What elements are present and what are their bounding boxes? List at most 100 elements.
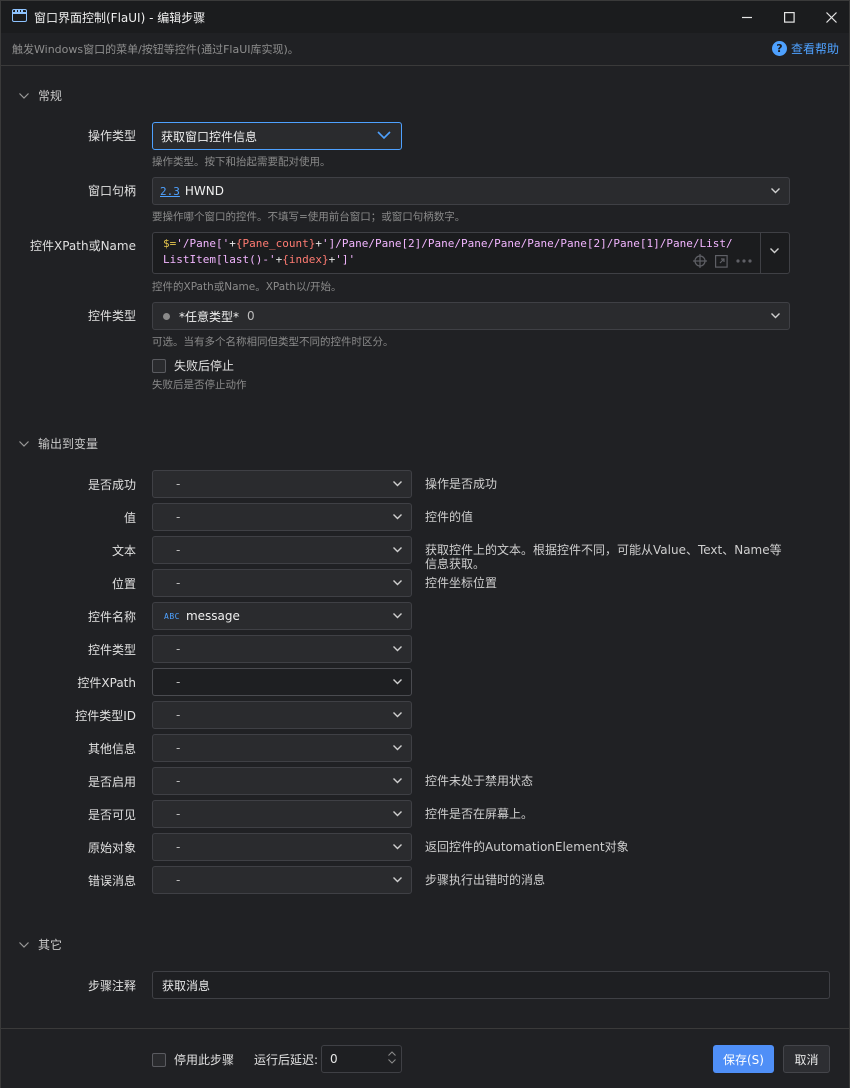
output-variable-value: - xyxy=(176,708,181,722)
output-variable-value: - xyxy=(176,510,181,524)
chevron-down-icon xyxy=(393,646,402,652)
output-variable-select[interactable]: - xyxy=(152,668,412,696)
chevron-down-icon xyxy=(393,613,402,619)
control-type-dot-icon xyxy=(163,312,170,320)
output-label: 控件名称 xyxy=(87,610,136,624)
code-var-pane-count: {Pane_count} xyxy=(235,237,316,250)
operation-type-value: 获取窗口控件信息 xyxy=(161,129,258,144)
output-variable-select[interactable]: - xyxy=(152,470,412,498)
control-type-hint: 可选。当有多个名称相同但类型不同的控件时区分。 xyxy=(152,336,394,348)
chevron-down-icon xyxy=(770,248,779,254)
output-variable-select[interactable]: - xyxy=(152,833,412,861)
section-general-title: 常规 xyxy=(38,89,63,103)
section-other-header[interactable]: 其它 xyxy=(19,936,62,953)
save-button[interactable]: 保存(S) xyxy=(713,1045,774,1073)
maximize-icon xyxy=(783,11,795,23)
output-variable-value: - xyxy=(176,675,181,689)
output-variable-select[interactable]: - xyxy=(152,734,412,762)
maximize-button[interactable] xyxy=(767,1,811,33)
output-variable-select[interactable]: ABC message xyxy=(152,602,412,630)
chevron-down-icon xyxy=(771,313,780,319)
output-variable-select[interactable]: - xyxy=(152,701,412,729)
checkbox-box[interactable] xyxy=(152,358,166,373)
output-description: 获取控件上的文本。根据控件不同，可能从Value、Text、Name等信息获取。 xyxy=(425,543,782,571)
output-variable-select[interactable]: - xyxy=(152,569,412,597)
window-app-icon xyxy=(12,9,27,22)
output-variable-select[interactable]: - xyxy=(152,503,412,531)
crosshair-icon[interactable] xyxy=(693,254,707,268)
xpath-tools xyxy=(693,254,752,268)
output-description: 控件坐标位置 xyxy=(425,576,498,590)
output-description: 返回控件的AutomationElement对象 xyxy=(425,840,629,854)
more-icon[interactable] xyxy=(736,259,752,263)
help-link[interactable]: ? 查看帮助 xyxy=(771,40,839,57)
close-icon xyxy=(825,11,837,23)
output-label: 控件XPath xyxy=(77,676,136,690)
checkbox-box[interactable] xyxy=(152,1052,166,1067)
output-description: 操作是否成功 xyxy=(425,477,498,491)
output-label: 值 xyxy=(123,511,136,525)
output-variable-select[interactable]: - xyxy=(152,767,412,795)
minimize-button[interactable] xyxy=(725,1,769,33)
xpath-code[interactable]: $='/Pane['+{Pane_count}+']/Pane/Pane[2]/… xyxy=(163,236,738,268)
chevron-down-icon xyxy=(393,745,402,751)
output-description: 控件的值 xyxy=(425,510,474,524)
output-label: 其他信息 xyxy=(87,742,136,756)
section-output-header[interactable]: 输出到变量 xyxy=(19,435,98,452)
code-prefix: $= xyxy=(163,237,177,250)
output-variable-value: - xyxy=(176,774,181,788)
output-variable-select[interactable]: - xyxy=(152,536,412,564)
output-variable-value: - xyxy=(176,840,181,854)
chevron-up-icon xyxy=(388,1051,396,1056)
close-button[interactable] xyxy=(809,1,850,33)
delay-stepper[interactable] xyxy=(388,1051,396,1064)
output-variable-select[interactable]: - xyxy=(152,866,412,894)
chevron-down-icon xyxy=(393,844,402,850)
chevron-down-icon xyxy=(393,547,402,553)
output-label: 是否成功 xyxy=(87,478,136,492)
output-label: 控件类型 xyxy=(87,643,136,657)
code-separator xyxy=(760,233,761,273)
stop-on-fail-checkbox[interactable]: 失败后停止 xyxy=(152,357,234,374)
open-external-icon[interactable] xyxy=(715,254,728,268)
chevron-down-icon xyxy=(19,440,29,447)
window-handle-select[interactable]: 2.3 HWND xyxy=(152,177,790,205)
output-description: 控件未处于禁用状态 xyxy=(425,774,534,788)
output-variable-select[interactable]: - xyxy=(152,800,412,828)
number-type-icon: 2.3 xyxy=(160,184,180,198)
code-string-1: '/Pane[' xyxy=(176,237,230,250)
operation-type-hint: 操作类型。按下和抬起需要配对使用。 xyxy=(152,156,331,168)
disable-step-checkbox[interactable]: 停用此步骤 xyxy=(152,1051,234,1068)
step-note-label: 步骤注释 xyxy=(87,979,136,993)
output-label: 原始对象 xyxy=(87,841,136,855)
code-string-3: ']' xyxy=(335,253,356,266)
operation-type-label: 操作类型 xyxy=(87,129,136,143)
dialog-window: 窗口界面控制(FlaUI) - 编辑步骤 触发Windows窗口的菜单/按钮等控… xyxy=(0,0,850,1088)
delay-input[interactable]: 0 xyxy=(321,1045,402,1073)
disable-step-label: 停用此步骤 xyxy=(174,1053,235,1067)
description-bar: 触发Windows窗口的菜单/按钮等控件(通过FlaUI库实现)。 ? 查看帮助 xyxy=(1,33,849,66)
output-variable-value: - xyxy=(176,576,181,590)
output-variable-value: - xyxy=(176,642,181,656)
output-label: 是否启用 xyxy=(87,775,136,789)
minimize-icon xyxy=(741,16,752,18)
chevron-down-icon xyxy=(393,778,402,784)
window-handle-value: HWND xyxy=(184,184,224,198)
output-variable-select[interactable]: - xyxy=(152,635,412,663)
chevron-down-icon xyxy=(377,131,391,140)
window-handle-label: 窗口句柄 xyxy=(87,184,136,198)
chevron-down-icon xyxy=(393,877,402,883)
cancel-button[interactable]: 取消 xyxy=(783,1045,830,1073)
xpath-label: 控件XPath或Name xyxy=(30,239,136,253)
step-note-value: 获取消息 xyxy=(162,978,211,993)
step-note-input[interactable]: 获取消息 xyxy=(152,971,830,999)
output-label: 位置 xyxy=(111,577,136,591)
operation-type-select[interactable]: 获取窗口控件信息 xyxy=(152,122,402,150)
control-type-select[interactable]: *任意类型* 0 xyxy=(152,302,790,330)
chevron-down-icon xyxy=(393,514,402,520)
output-description: 控件是否在屏幕上。 xyxy=(425,807,534,821)
output-variable-value: - xyxy=(176,873,181,887)
section-general-header[interactable]: 常规 xyxy=(19,87,62,104)
chevron-down-icon xyxy=(388,1059,396,1064)
output-variable-value: - xyxy=(176,741,181,755)
